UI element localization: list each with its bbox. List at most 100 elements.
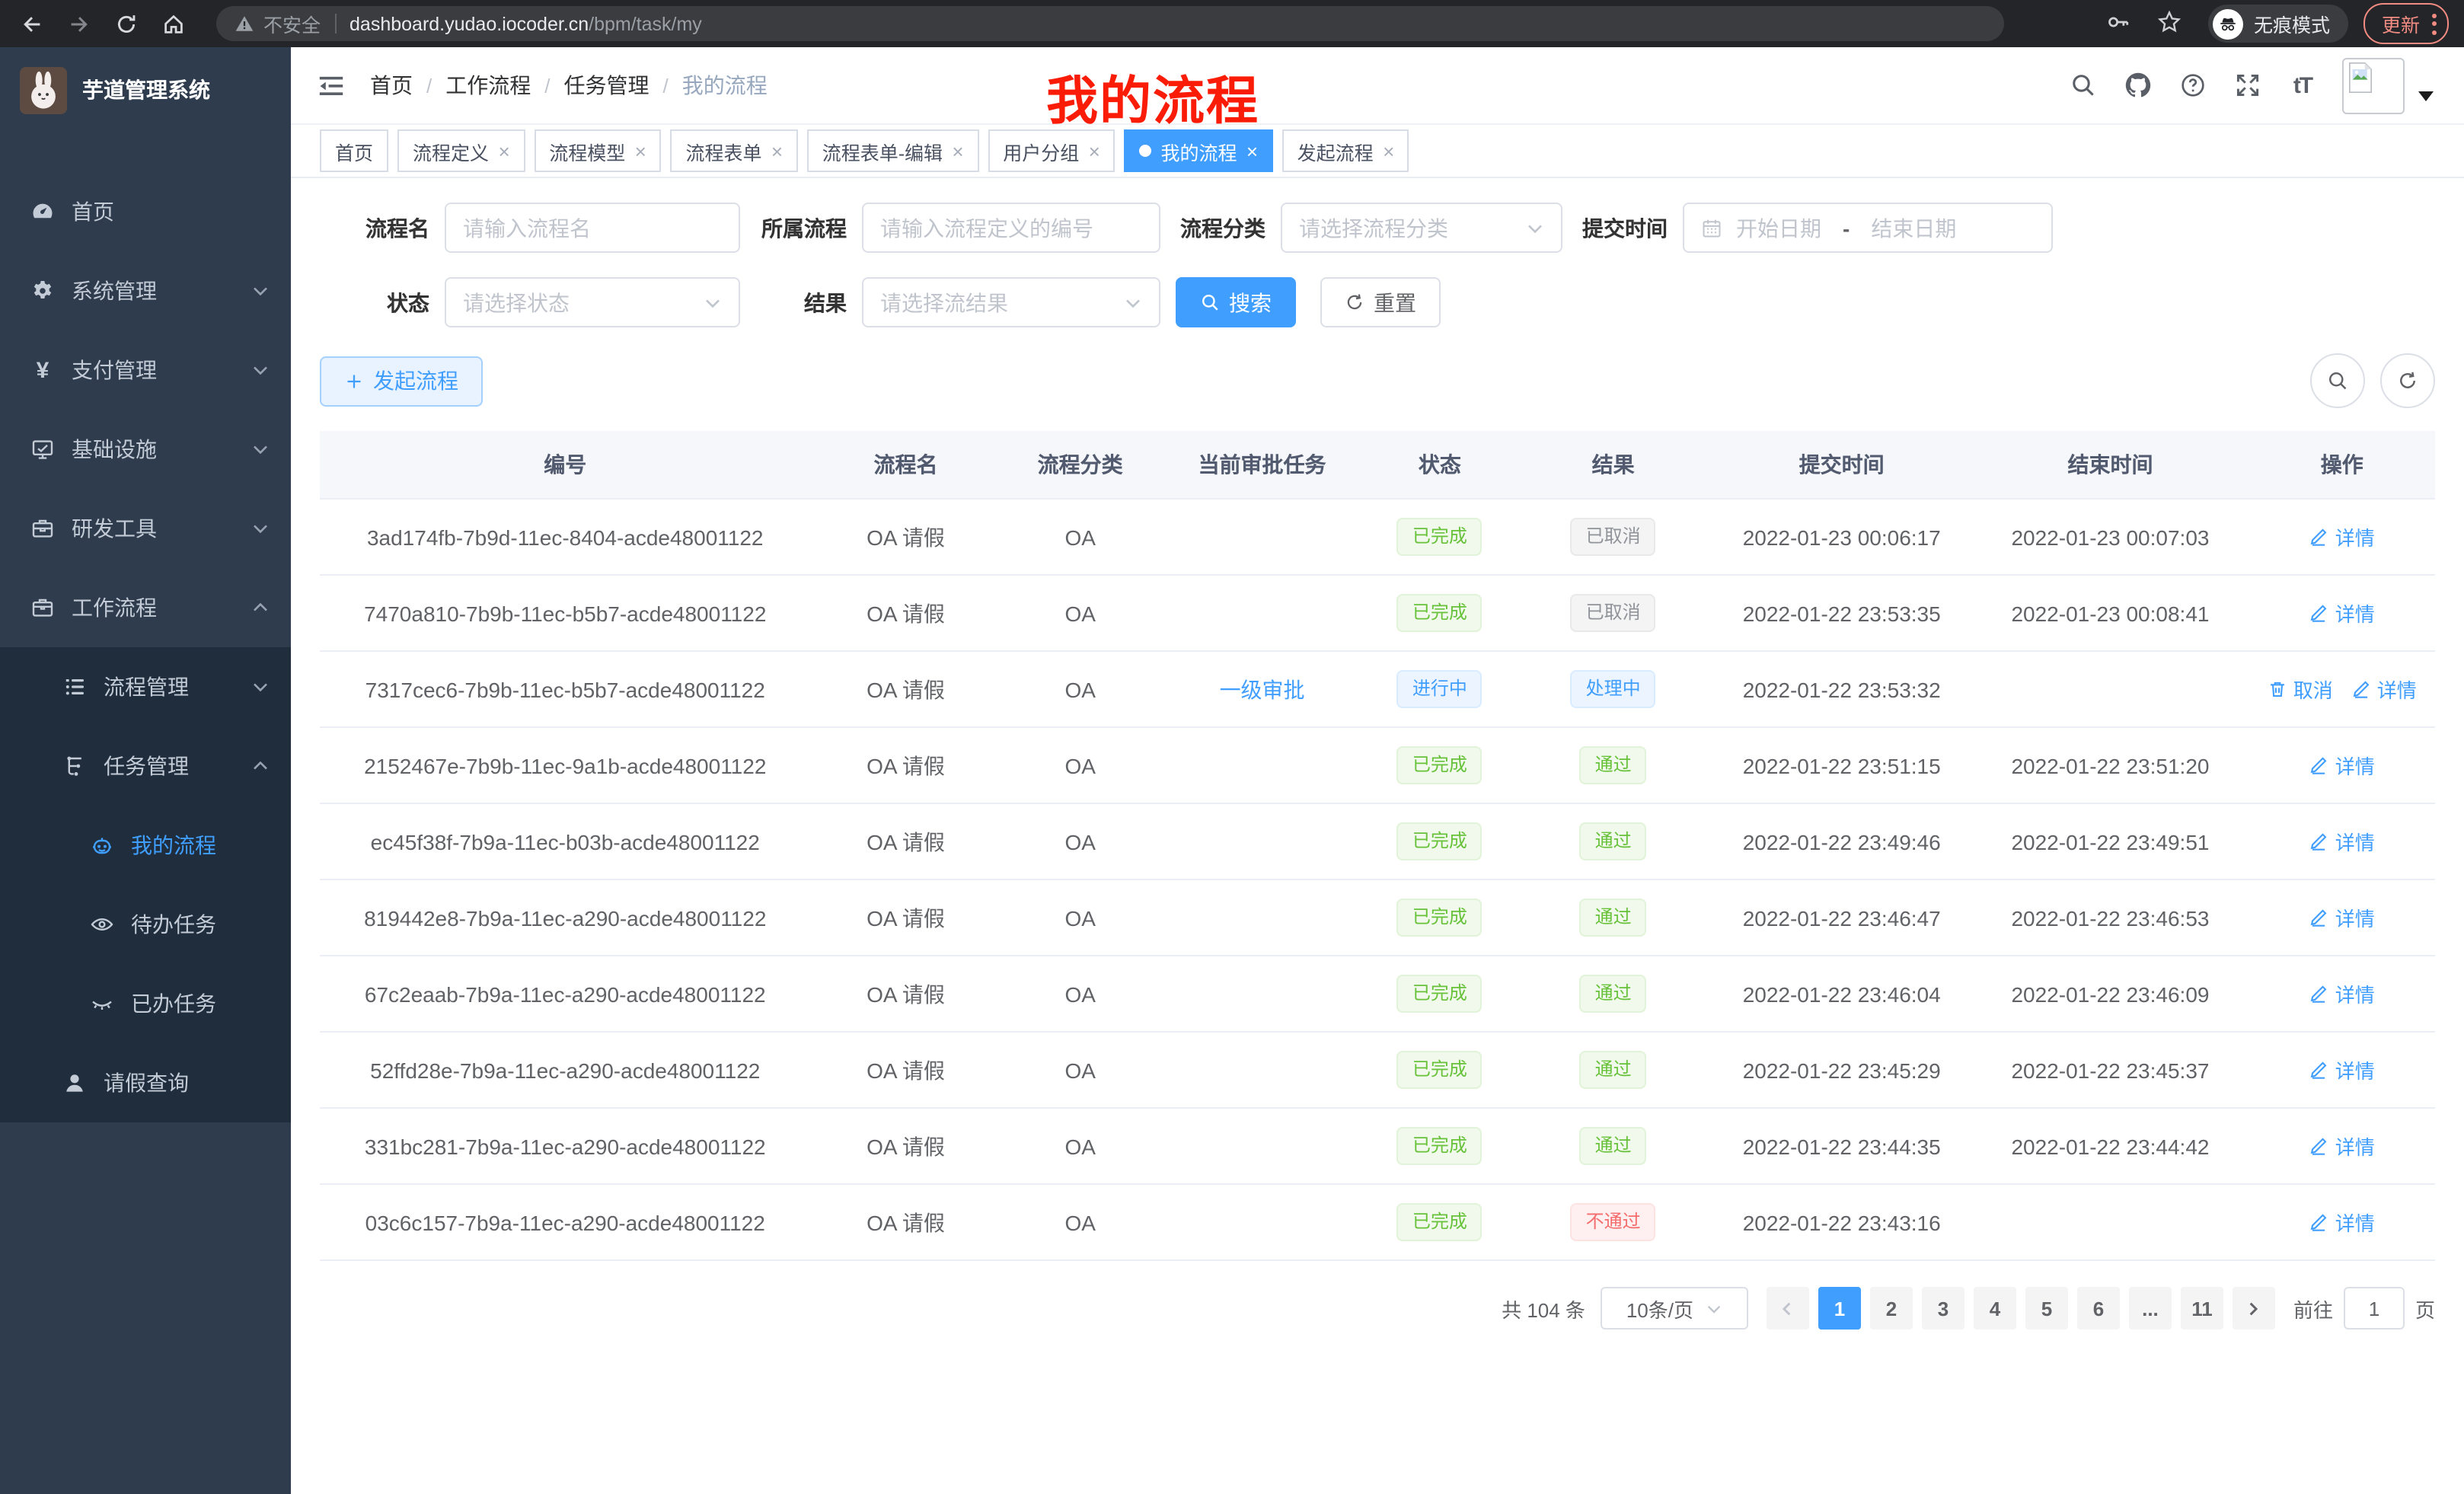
table-refresh-icon[interactable]: [2380, 353, 2435, 408]
page-button-11[interactable]: 11: [2181, 1287, 2223, 1330]
url-path[interactable]: /bpm/task/my: [589, 13, 702, 34]
avatar[interactable]: [2342, 57, 2405, 113]
tab-close-icon[interactable]: ×: [1088, 141, 1100, 161]
cell-status: 已完成: [1364, 803, 1514, 879]
collapse-sidebar-icon[interactable]: [317, 71, 346, 100]
end-date-placeholder[interactable]: 结束日期: [1871, 212, 1956, 243]
detail-link[interactable]: 详情: [2309, 979, 2375, 1008]
tab-close-icon[interactable]: ×: [1383, 141, 1394, 161]
url-domain[interactable]: dashboard.yudao.iocoder.cn: [349, 13, 589, 34]
back-icon[interactable]: [15, 7, 49, 40]
page-size-select[interactable]: 10条/页: [1601, 1287, 1748, 1330]
address-bar[interactable]: 不安全 dashboard.yudao.iocoder.cn/bpm/task/…: [216, 6, 2004, 41]
update-button[interactable]: 更新: [2363, 3, 2449, 44]
detail-link[interactable]: 详情: [2309, 1055, 2375, 1084]
detail-label: 详情: [2335, 1208, 2375, 1237]
sidebar-item-done-tasks[interactable]: 已办任务: [0, 964, 291, 1043]
cell-current-task: [1160, 879, 1364, 956]
page-button-6[interactable]: 6: [2077, 1287, 2120, 1330]
submit-time-range[interactable]: 开始日期 - 结束日期: [1683, 203, 2053, 253]
page-button-5[interactable]: 5: [2025, 1287, 2068, 1330]
sidebar-item-system[interactable]: 系统管理: [0, 251, 291, 330]
tab-流程模型[interactable]: 流程模型×: [534, 129, 661, 172]
sidebar-item-process-mgmt[interactable]: 流程管理: [0, 647, 291, 726]
tab-close-icon[interactable]: ×: [952, 141, 963, 161]
not-secure-icon: [235, 14, 254, 34]
process-def-input[interactable]: [862, 203, 1160, 253]
help-icon[interactable]: [2178, 70, 2208, 101]
tab-close-icon[interactable]: ×: [498, 141, 509, 161]
sidebar-item-task-mgmt[interactable]: 任务管理: [0, 726, 291, 806]
tab-流程表单-编辑[interactable]: 流程表单-编辑×: [807, 129, 979, 172]
breadcrumb-item[interactable]: 任务管理: [564, 70, 650, 101]
tab-首页[interactable]: 首页: [320, 129, 388, 172]
cancel-link[interactable]: 取消: [2268, 675, 2333, 704]
sidebar-item-my-process[interactable]: 我的流程: [0, 806, 291, 885]
tab-发起流程[interactable]: 发起流程×: [1282, 129, 1409, 172]
search-button[interactable]: 搜索: [1176, 277, 1296, 327]
github-icon[interactable]: [2123, 70, 2153, 101]
detail-link[interactable]: 详情: [2309, 751, 2375, 780]
process-name-input[interactable]: [445, 203, 740, 253]
key-icon[interactable]: [2105, 8, 2135, 39]
tab-用户分组[interactable]: 用户分组 ×: [988, 129, 1115, 172]
goto-suffix: 页: [2415, 1294, 2435, 1323]
briefcase-icon: [30, 595, 55, 620]
goto-label: 前往: [2293, 1294, 2333, 1323]
page-button-3[interactable]: 3: [1922, 1287, 1964, 1330]
status-select[interactable]: 请选择状态: [445, 277, 740, 327]
start-process-button[interactable]: 发起流程: [320, 356, 483, 406]
cell-status: 已完成: [1364, 1032, 1514, 1108]
page-button-4[interactable]: 4: [1974, 1287, 2016, 1330]
sidebar-item-devtools[interactable]: 研发工具: [0, 489, 291, 568]
detail-link[interactable]: 详情: [2309, 827, 2375, 856]
select-placeholder: 请选择流程分类: [1299, 212, 1448, 243]
detail-link[interactable]: 详情: [2309, 1132, 2375, 1160]
bookmark-star-icon[interactable]: [2156, 8, 2187, 39]
detail-link[interactable]: 详情: [2309, 522, 2375, 551]
tab-我的流程[interactable]: 我的流程×: [1124, 129, 1272, 172]
reload-icon[interactable]: [110, 7, 143, 40]
page-button-2[interactable]: 2: [1870, 1287, 1913, 1330]
sidebar-item-todo-tasks[interactable]: 待办任务: [0, 885, 291, 964]
tab-流程定义[interactable]: 流程定义×: [397, 129, 525, 172]
pager-ellipsis[interactable]: ...: [2129, 1287, 2172, 1330]
prev-page-button[interactable]: [1767, 1287, 1809, 1330]
tab-流程表单[interactable]: 流程表单×: [670, 129, 797, 172]
page-button-1[interactable]: 1: [1818, 1287, 1861, 1330]
category-select[interactable]: 请选择流程分类: [1281, 203, 1562, 253]
table-search-icon[interactable]: [2310, 353, 2365, 408]
tab-close-icon[interactable]: ×: [1246, 141, 1257, 161]
sidebar-item-infra[interactable]: 基础设施: [0, 410, 291, 489]
tab-close-icon[interactable]: ×: [771, 141, 783, 161]
breadcrumb-item[interactable]: 工作流程: [445, 70, 531, 101]
result-select[interactable]: 请选择流结果: [862, 277, 1160, 327]
home-icon[interactable]: [157, 7, 190, 40]
detail-link[interactable]: 详情: [2309, 1208, 2375, 1237]
tab-label: 用户分组: [1003, 136, 1079, 165]
breadcrumb-item[interactable]: 首页: [370, 70, 413, 101]
browser-menu-icon[interactable]: [2432, 13, 2437, 34]
detail-link[interactable]: 详情: [2351, 675, 2417, 704]
sidebar-item-payment[interactable]: ¥ 支付管理: [0, 330, 291, 410]
next-page-button[interactable]: [2233, 1287, 2275, 1330]
sidebar-item-home[interactable]: 首页: [0, 172, 291, 251]
update-label[interactable]: 更新: [2382, 9, 2420, 38]
start-date-placeholder[interactable]: 开始日期: [1736, 212, 1821, 243]
detail-link[interactable]: 详情: [2309, 903, 2375, 932]
current-task-link[interactable]: 一级审批: [1220, 677, 1305, 701]
sidebar-item-workflow[interactable]: 工作流程: [0, 568, 291, 647]
avatar-caret-icon[interactable]: [2418, 82, 2434, 110]
forward-icon[interactable]: [62, 7, 96, 40]
sidebar-item-leave-query[interactable]: 请假查询: [0, 1043, 291, 1122]
goto-page-input[interactable]: [2344, 1287, 2405, 1330]
detail-link[interactable]: 详情: [2309, 599, 2375, 627]
font-size-icon[interactable]: tT: [2287, 70, 2318, 101]
app-logo-row[interactable]: 芋道管理系统: [0, 47, 291, 132]
reset-button[interactable]: 重置: [1320, 277, 1441, 327]
tab-close-icon[interactable]: ×: [634, 141, 646, 161]
security-warning[interactable]: 不安全: [263, 9, 321, 38]
search-icon[interactable]: [2068, 70, 2099, 101]
cell-result: 通过: [1515, 1108, 1712, 1184]
fullscreen-icon[interactable]: [2233, 70, 2263, 101]
